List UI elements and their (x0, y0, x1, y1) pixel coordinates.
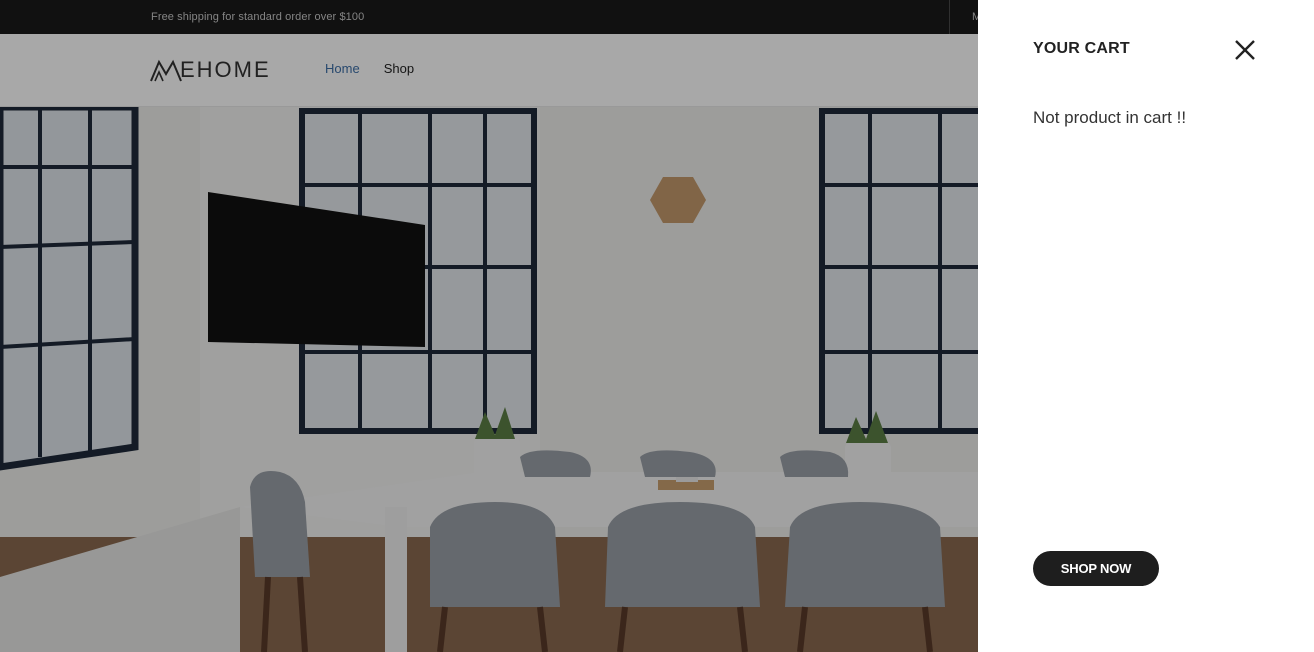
cart-drawer: YOUR CART Not product in cart !! SHOP NO… (978, 0, 1314, 652)
close-icon[interactable] (1233, 38, 1257, 62)
shop-now-button[interactable]: SHOP NOW (1033, 551, 1159, 586)
cart-empty-message: Not product in cart !! (1033, 108, 1187, 127)
cart-title: YOUR CART (1033, 40, 1130, 57)
page-dim-overlay[interactable] (0, 0, 978, 652)
